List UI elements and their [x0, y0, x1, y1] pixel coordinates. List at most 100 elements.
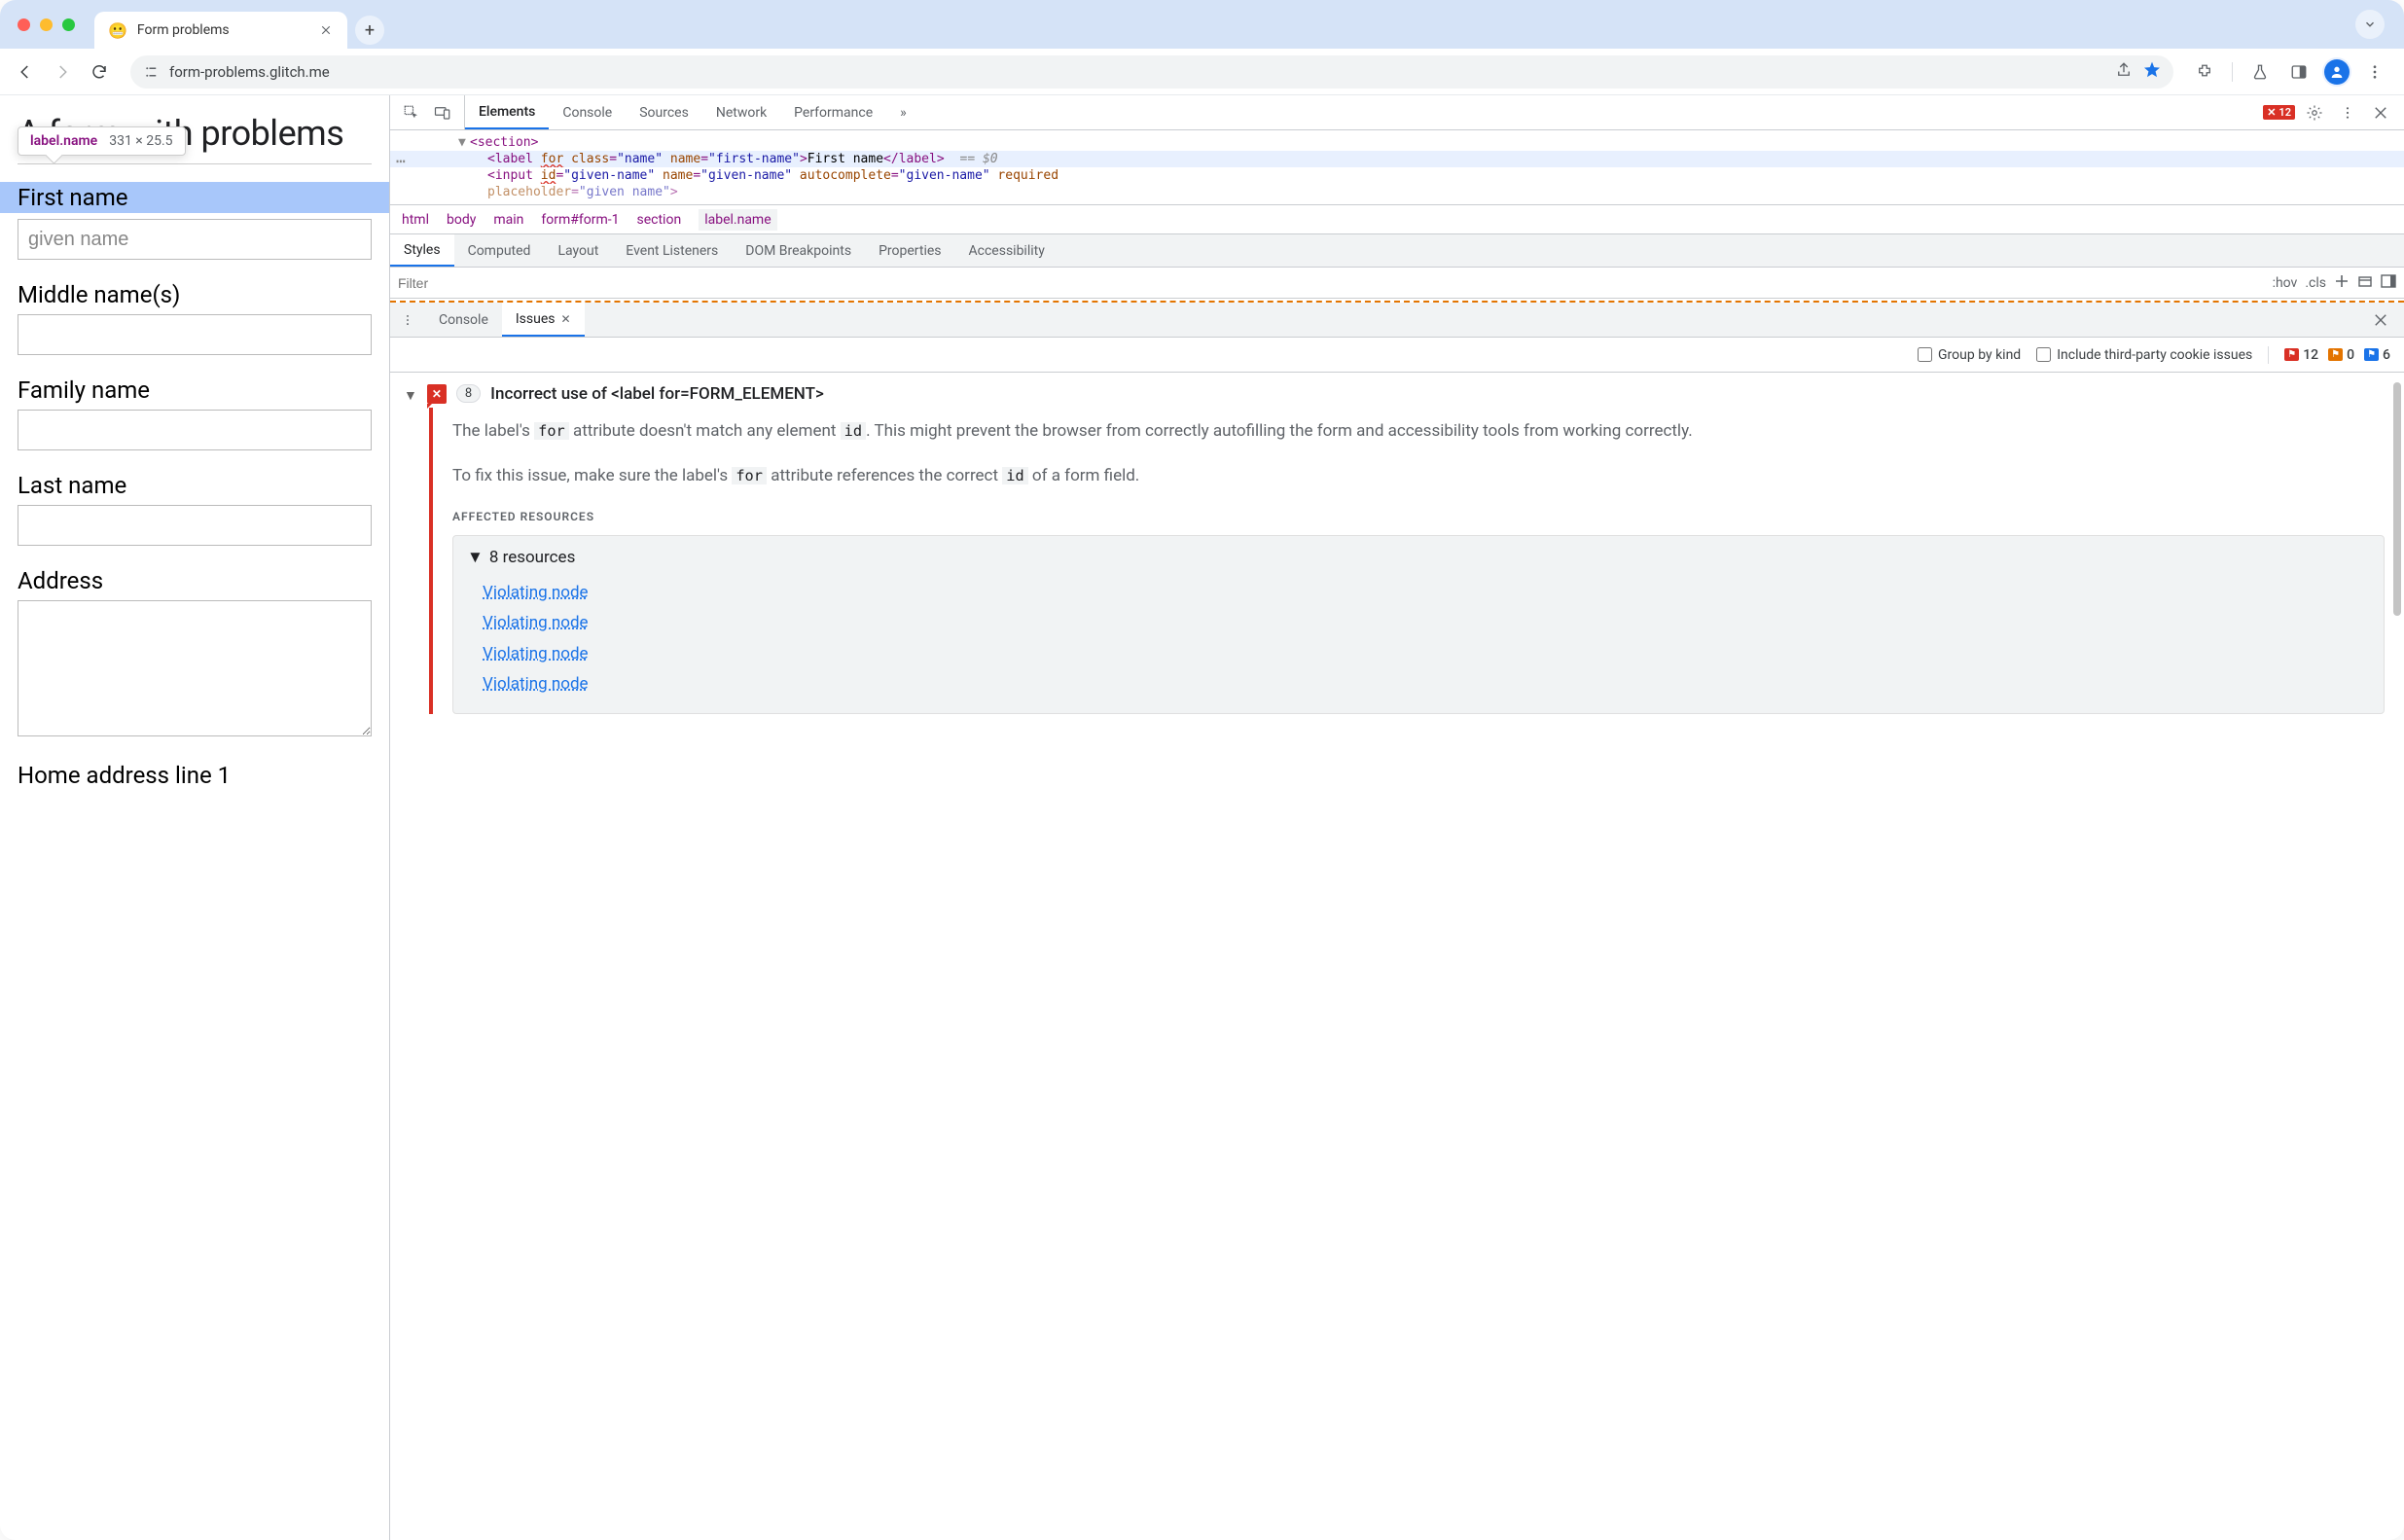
- first-name-label: First name: [0, 182, 389, 213]
- labs-icon[interactable]: [2244, 56, 2276, 88]
- issue-title: Incorrect use of <label for=FORM_ELEMENT…: [490, 384, 824, 404]
- violating-node-link[interactable]: Violating node: [467, 611, 2370, 636]
- drawer-tab-console[interactable]: Console: [425, 303, 502, 337]
- profile-button[interactable]: [2322, 57, 2351, 87]
- middle-name-input[interactable]: [18, 314, 372, 355]
- styles-tab-layout[interactable]: Layout: [544, 234, 612, 267]
- forward-button[interactable]: [47, 56, 78, 88]
- drawer-close-icon[interactable]: [2367, 306, 2394, 334]
- dom-node-section[interactable]: ▼<section>: [390, 134, 2404, 151]
- styles-tab-a11y[interactable]: Accessibility: [955, 234, 1058, 267]
- styles-tab-dom-bp[interactable]: DOM Breakpoints: [732, 234, 865, 267]
- computed-styles-icon[interactable]: [2357, 273, 2373, 293]
- settings-icon[interactable]: [2301, 99, 2328, 126]
- close-window-button[interactable]: [18, 18, 30, 31]
- new-tab-button[interactable]: +: [355, 16, 384, 45]
- resources-header[interactable]: ▼ 8 resources: [467, 546, 2370, 571]
- tooltip-dimensions: 331 × 25.5: [109, 133, 172, 149]
- new-style-icon[interactable]: [2334, 273, 2350, 293]
- dom-node-label[interactable]: <label for class="name" name="first-name…: [390, 151, 2404, 167]
- browser-window: 😬 Form problems + form-problems.glitch.m…: [0, 0, 2404, 1540]
- elements-tree[interactable]: ⋯ ▼<section> <label for class="name" nam…: [390, 130, 2404, 205]
- last-name-input[interactable]: [18, 505, 372, 546]
- bc-body[interactable]: body: [447, 212, 476, 228]
- styles-tab-styles[interactable]: Styles: [390, 234, 454, 267]
- family-name-input[interactable]: [18, 410, 372, 450]
- devtools-panel: Elements Console Sources Network Perform…: [389, 95, 2404, 1540]
- more-icon[interactable]: [2334, 99, 2361, 126]
- tab-strip: 😬 Form problems +: [0, 0, 2404, 49]
- tab-favicon: 😬: [108, 21, 127, 40]
- address-bar[interactable]: form-problems.glitch.me: [130, 55, 2173, 89]
- tab-elements[interactable]: Elements: [465, 95, 549, 129]
- group-by-kind-checkbox[interactable]: Group by kind: [1918, 347, 2021, 363]
- bookmark-icon[interactable]: [2142, 60, 2162, 84]
- bc-form[interactable]: form#form-1: [541, 212, 619, 228]
- tab-close-button[interactable]: [318, 22, 334, 38]
- drawer-tabs: Console Issues ✕: [390, 303, 2404, 338]
- gutter-menu-icon[interactable]: ⋯: [396, 152, 407, 170]
- styles-tab-computed[interactable]: Computed: [454, 234, 545, 267]
- browser-tab[interactable]: 😬 Form problems: [94, 12, 347, 49]
- drawer-tab-close-icon[interactable]: ✕: [561, 312, 571, 326]
- page-content: label.name 331 × 25.5 A form with proble…: [0, 95, 389, 1540]
- drawer-tab-issues[interactable]: Issues ✕: [502, 303, 585, 337]
- tab-title: Form problems: [137, 22, 308, 38]
- cls-toggle[interactable]: .cls: [2305, 275, 2326, 291]
- warning-issues-count[interactable]: ⚑0: [2328, 347, 2354, 363]
- middle-name-label: Middle name(s): [18, 281, 372, 308]
- violating-node-link[interactable]: Violating node: [467, 642, 2370, 667]
- issues-toolbar: Group by kind Include third-party cookie…: [390, 338, 2404, 373]
- hov-toggle[interactable]: :hov: [2273, 275, 2298, 291]
- tab-overflow-button[interactable]: [2355, 10, 2385, 39]
- dom-breadcrumbs: html body main form#form-1 section label…: [390, 205, 2404, 234]
- page-divider: [18, 163, 372, 164]
- affected-resources-heading: AFFECTED RESOURCES: [452, 508, 2385, 525]
- address-textarea[interactable]: [18, 600, 372, 736]
- bc-main[interactable]: main: [493, 212, 523, 228]
- error-issues-count[interactable]: ⚑12: [2284, 347, 2318, 363]
- violating-node-link[interactable]: Violating node: [467, 581, 2370, 606]
- tab-sources[interactable]: Sources: [626, 95, 702, 129]
- dom-node-input-wrap[interactable]: placeholder="given name">: [390, 184, 2404, 200]
- expand-icon[interactable]: ▼: [404, 387, 417, 404]
- drawer-menu-icon[interactable]: [390, 303, 425, 337]
- error-count-badge[interactable]: ✕12: [2263, 105, 2295, 120]
- site-settings-icon[interactable]: [142, 63, 160, 81]
- styles-filter-input[interactable]: [398, 275, 2273, 291]
- issue-row[interactable]: ▼ ✕ 8 Incorrect use of <label for=FORM_E…: [390, 380, 2404, 408]
- tab-performance[interactable]: Performance: [780, 95, 886, 129]
- bc-label[interactable]: label.name: [699, 209, 776, 231]
- menu-button[interactable]: [2359, 56, 2390, 88]
- panel-icon[interactable]: [2283, 56, 2314, 88]
- tab-network[interactable]: Network: [702, 95, 780, 129]
- maximize-window-button[interactable]: [62, 18, 75, 31]
- scrollbar[interactable]: [2393, 382, 2401, 616]
- minimize-window-button[interactable]: [40, 18, 53, 31]
- styles-tab-properties[interactable]: Properties: [865, 234, 954, 267]
- address-url: form-problems.glitch.me: [169, 63, 2105, 81]
- extensions-icon[interactable]: [2189, 56, 2220, 88]
- first-name-input[interactable]: [18, 219, 372, 260]
- element-tooltip: label.name 331 × 25.5: [18, 126, 186, 156]
- dom-node-input[interactable]: <input id="given-name" name="given-name"…: [390, 167, 2404, 184]
- back-button[interactable]: [10, 56, 41, 88]
- third-party-checkbox[interactable]: Include third-party cookie issues: [2036, 347, 2252, 363]
- inspect-icon[interactable]: [398, 99, 425, 126]
- bc-section[interactable]: section: [637, 212, 682, 228]
- styles-tab-listeners[interactable]: Event Listeners: [612, 234, 732, 267]
- toggle-sidebar-icon[interactable]: [2381, 273, 2396, 293]
- bc-html[interactable]: html: [402, 212, 429, 228]
- info-issues-count[interactable]: ⚑6: [2364, 347, 2390, 363]
- reload-button[interactable]: [84, 56, 115, 88]
- issues-body[interactable]: ▼ ✕ 8 Incorrect use of <label for=FORM_E…: [390, 373, 2404, 1540]
- expand-icon[interactable]: ▼: [467, 546, 484, 571]
- violating-node-link[interactable]: Violating node: [467, 672, 2370, 698]
- tab-console[interactable]: Console: [549, 95, 626, 129]
- close-devtools-icon[interactable]: [2367, 99, 2394, 126]
- tab-more[interactable]: »: [886, 95, 920, 129]
- share-icon[interactable]: [2115, 61, 2133, 83]
- family-name-label: Family name: [18, 376, 372, 404]
- styles-filter-row: :hov .cls: [390, 268, 2404, 299]
- device-toggle-icon[interactable]: [429, 99, 456, 126]
